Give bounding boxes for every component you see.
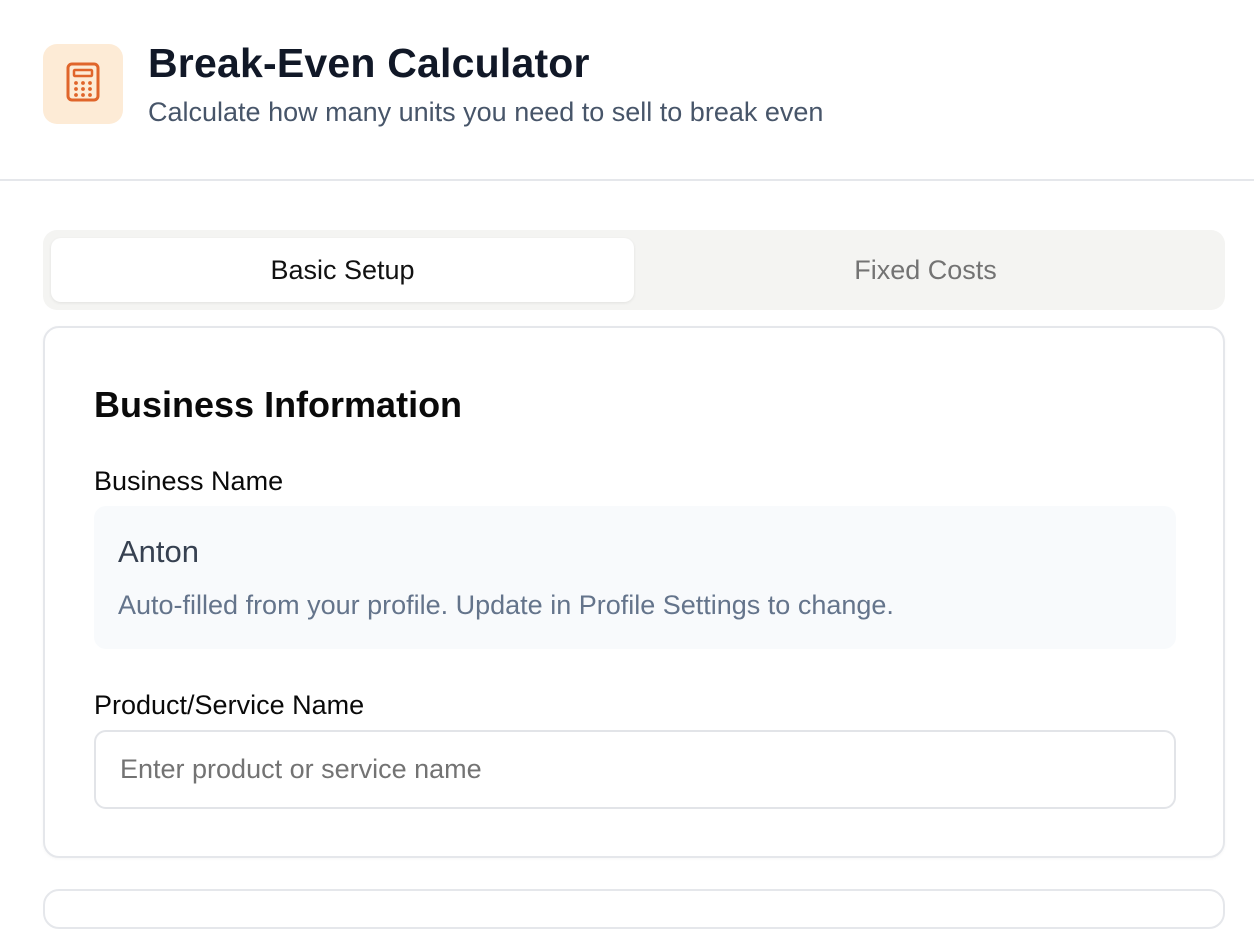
page-header: Break-Even Calculator Calculate how many…	[0, 0, 1254, 181]
business-name-help-text: Auto-filled from your profile. Update in…	[118, 590, 894, 620]
card-title: Business Information	[94, 384, 463, 425]
page-title: Break-Even Calculator	[148, 40, 590, 86]
tab-fixed-costs[interactable]: Fixed Costs	[634, 238, 1217, 302]
tab-bar: Basic Setup Fixed Costs	[43, 230, 1225, 310]
next-section-card	[43, 889, 1225, 929]
business-name-value: Anton	[118, 534, 200, 569]
product-name-input[interactable]	[94, 730, 1176, 809]
tab-basic-setup[interactable]: Basic Setup	[51, 238, 634, 302]
calculator-icon	[66, 62, 100, 107]
business-name-label: Business Name	[94, 466, 284, 496]
app-logo	[43, 44, 123, 124]
product-name-label: Product/Service Name	[94, 690, 365, 720]
business-information-card: Business Information Business Name Anton…	[43, 326, 1225, 858]
page-subtitle: Calculate how many units you need to sel…	[148, 97, 824, 127]
business-name-readonly-field: Anton Auto-filled from your profile. Upd…	[94, 506, 1176, 649]
